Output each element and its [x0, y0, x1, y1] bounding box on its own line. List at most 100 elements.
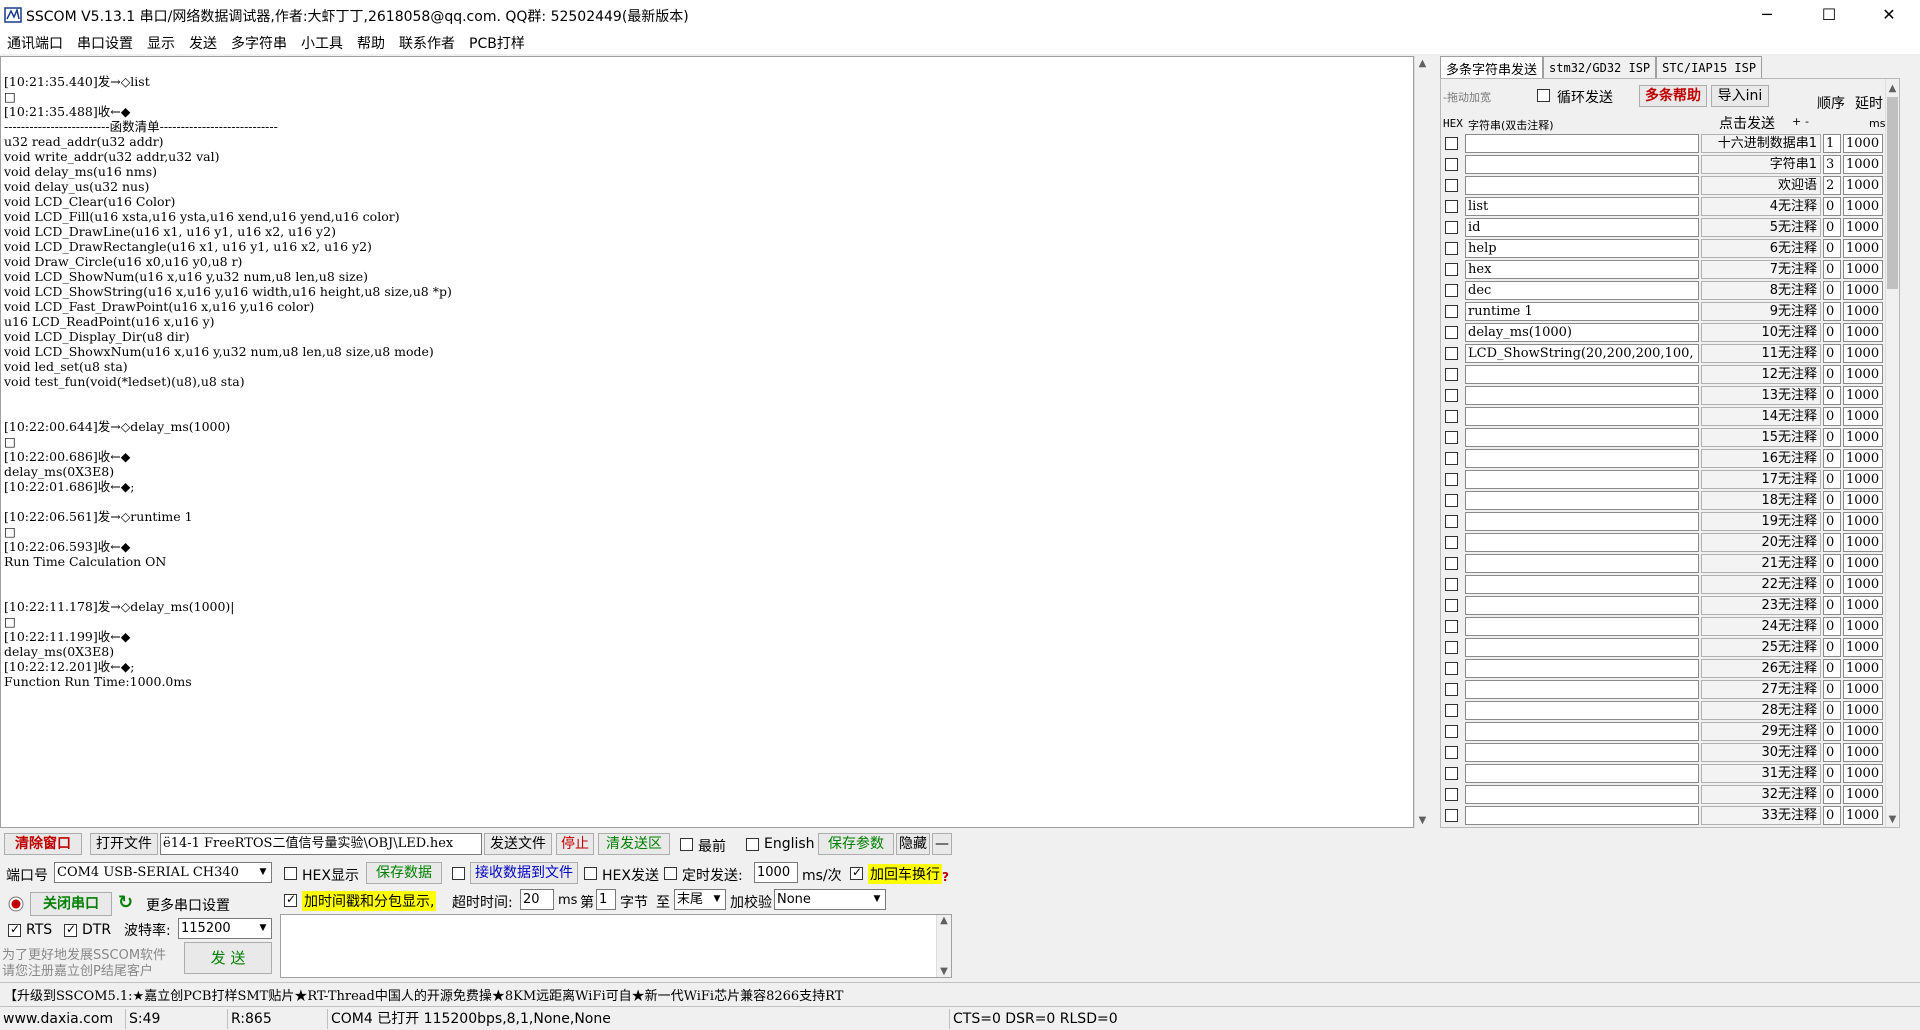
row-hex-checkbox[interactable]: [1445, 599, 1458, 612]
send-button[interactable]: 发 送: [184, 942, 272, 974]
file-path-input[interactable]: ё14-1 FreeRTOS二值信号量实验\OBJ\LED.hex: [160, 833, 482, 855]
collapse-button[interactable]: —: [932, 833, 952, 855]
row-send-button[interactable]: 32无注释: [1701, 785, 1821, 804]
checksum-select[interactable]: None ▼: [774, 889, 886, 910]
send-scroll-down-icon[interactable]: ▼: [937, 966, 951, 977]
row-order-input[interactable]: 0: [1823, 533, 1841, 552]
row-delay-input[interactable]: 1000: [1843, 638, 1883, 657]
recv-to-file-button[interactable]: 接收数据到文件: [470, 862, 578, 884]
import-ini-button[interactable]: 导入ini: [1711, 85, 1769, 107]
row-hex-checkbox[interactable]: [1445, 305, 1458, 318]
row-string-input[interactable]: runtime 1: [1465, 302, 1699, 321]
interval-input[interactable]: 1000: [754, 862, 798, 883]
menu-display[interactable]: 显示: [140, 30, 182, 54]
clear-send-button[interactable]: 清发送区: [598, 833, 670, 855]
row-order-input[interactable]: 0: [1823, 323, 1841, 342]
drag-hint[interactable]: -拖动加宽: [1443, 89, 1491, 105]
row-order-input[interactable]: 0: [1823, 575, 1841, 594]
row-order-input[interactable]: 0: [1823, 281, 1841, 300]
menu-send[interactable]: 发送: [182, 30, 224, 54]
save-params-button[interactable]: 保存参数: [818, 833, 894, 855]
add-row-button[interactable]: +: [1792, 115, 1801, 128]
row-hex-checkbox[interactable]: [1445, 347, 1458, 360]
maximize-button[interactable]: ☐: [1806, 0, 1852, 30]
row-delay-input[interactable]: 1000: [1843, 197, 1883, 216]
row-string-input[interactable]: list: [1465, 197, 1699, 216]
row-string-input[interactable]: [1465, 428, 1699, 447]
row-string-input[interactable]: [1465, 365, 1699, 384]
row-send-button[interactable]: 23无注释: [1701, 596, 1821, 615]
row-order-input[interactable]: 0: [1823, 218, 1841, 237]
row-send-button[interactable]: 24无注释: [1701, 617, 1821, 636]
topmost-checkbox[interactable]: [680, 838, 693, 851]
refresh-icon[interactable]: ↻: [118, 892, 133, 913]
receive-area[interactable]: [10:21:35.440]发→◇list □ [10:21:35.488]收←…: [0, 56, 1414, 828]
row-order-input[interactable]: 0: [1823, 197, 1841, 216]
row-order-input[interactable]: 0: [1823, 407, 1841, 426]
row-send-button[interactable]: 30无注释: [1701, 743, 1821, 762]
row-send-button[interactable]: 8无注释: [1701, 281, 1821, 300]
row-send-button[interactable]: 29无注释: [1701, 722, 1821, 741]
row-order-input[interactable]: 0: [1823, 512, 1841, 531]
row-send-button[interactable]: 16无注释: [1701, 449, 1821, 468]
row-delay-input[interactable]: 1000: [1843, 428, 1883, 447]
row-order-input[interactable]: 0: [1823, 764, 1841, 783]
port-select[interactable]: COM4 USB-SERIAL CH340 ▼: [54, 862, 272, 883]
row-delay-input[interactable]: 1000: [1843, 596, 1883, 615]
multi-scroll-thumb[interactable]: [1887, 97, 1898, 289]
row-string-input[interactable]: [1465, 134, 1699, 153]
ticker-text[interactable]: 【升级到SSCOM5.1:★嘉立创PCB打样SMT贴片★RT-Thread中国人…: [4, 985, 843, 1004]
row-send-button[interactable]: 十六进制数据串1: [1701, 134, 1821, 153]
row-hex-checkbox[interactable]: [1445, 368, 1458, 381]
row-hex-checkbox[interactable]: [1445, 158, 1458, 171]
row-delay-input[interactable]: 1000: [1843, 764, 1883, 783]
row-delay-input[interactable]: 1000: [1843, 470, 1883, 489]
hex-display-checkbox[interactable]: [284, 867, 297, 880]
row-string-input[interactable]: [1465, 785, 1699, 804]
row-string-input[interactable]: [1465, 575, 1699, 594]
row-hex-checkbox[interactable]: [1445, 767, 1458, 780]
clear-window-button[interactable]: 清除窗口: [4, 833, 82, 855]
row-string-input[interactable]: [1465, 617, 1699, 636]
row-hex-checkbox[interactable]: [1445, 641, 1458, 654]
add-crlf-checkbox[interactable]: [850, 865, 863, 880]
row-order-input[interactable]: 0: [1823, 743, 1841, 762]
row-hex-checkbox[interactable]: [1445, 221, 1458, 234]
row-send-button[interactable]: 31无注释: [1701, 764, 1821, 783]
row-order-input[interactable]: 1: [1823, 134, 1841, 153]
row-delay-input[interactable]: 1000: [1843, 722, 1883, 741]
close-port-button[interactable]: 关闭串口: [30, 892, 112, 916]
menu-contact[interactable]: 联系作者: [392, 30, 462, 54]
open-file-button[interactable]: 打开文件: [90, 833, 158, 855]
row-order-input[interactable]: 0: [1823, 785, 1841, 804]
row-order-input[interactable]: 0: [1823, 491, 1841, 510]
row-hex-checkbox[interactable]: [1445, 284, 1458, 297]
row-hex-checkbox[interactable]: [1445, 200, 1458, 213]
row-hex-checkbox[interactable]: [1445, 557, 1458, 570]
row-send-button[interactable]: 7无注释: [1701, 260, 1821, 279]
row-order-input[interactable]: 0: [1823, 554, 1841, 573]
save-data-button[interactable]: 保存数据: [366, 862, 442, 884]
row-delay-input[interactable]: 1000: [1843, 575, 1883, 594]
row-delay-input[interactable]: 1000: [1843, 554, 1883, 573]
row-string-input[interactable]: [1465, 680, 1699, 699]
row-hex-checkbox[interactable]: [1445, 725, 1458, 738]
row-string-input[interactable]: [1465, 533, 1699, 552]
row-delay-input[interactable]: 1000: [1843, 491, 1883, 510]
multi-string-scrollbar[interactable]: ▲ ▼: [1885, 79, 1899, 827]
row-order-input[interactable]: 0: [1823, 722, 1841, 741]
row-send-button[interactable]: 17无注释: [1701, 470, 1821, 489]
more-settings-button[interactable]: 更多串口设置: [146, 895, 230, 915]
port-chevron-down-icon[interactable]: ▼: [256, 864, 270, 881]
row-send-button[interactable]: 33无注释: [1701, 806, 1821, 825]
status-website[interactable]: www.daxia.com: [0, 1009, 126, 1029]
row-delay-input[interactable]: 1000: [1843, 449, 1883, 468]
row-string-input[interactable]: delay_ms(1000): [1465, 323, 1699, 342]
receive-scrollbar[interactable]: ▲ ▼: [1414, 56, 1430, 828]
recv-to-file-checkbox[interactable]: [452, 867, 465, 880]
row-order-input[interactable]: 0: [1823, 680, 1841, 699]
row-send-button[interactable]: 25无注释: [1701, 638, 1821, 657]
baud-select[interactable]: 115200 ▼: [178, 918, 272, 939]
row-send-button[interactable]: 字符串1: [1701, 155, 1821, 174]
row-delay-input[interactable]: 1000: [1843, 743, 1883, 762]
